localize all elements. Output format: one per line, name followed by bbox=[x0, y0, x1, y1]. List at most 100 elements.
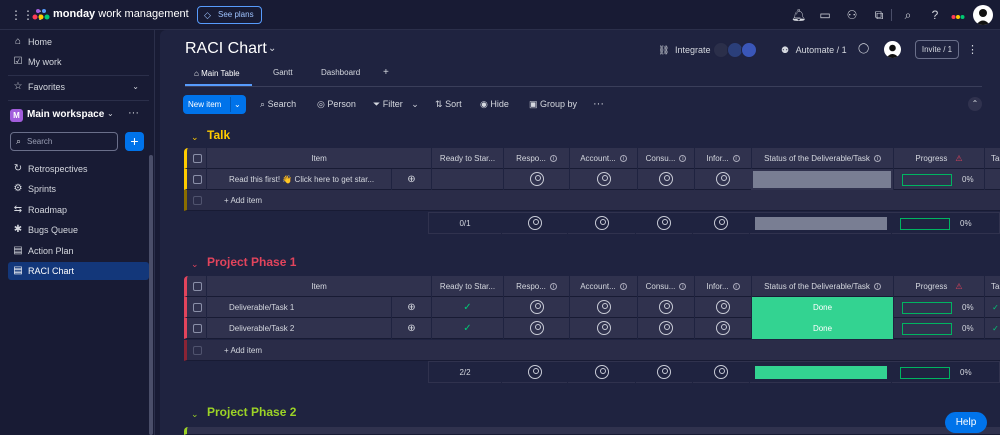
select-all-checkbox[interactable] bbox=[193, 154, 202, 163]
comment-icon[interactable]: ◯ bbox=[858, 43, 869, 54]
row-checkbox[interactable] bbox=[193, 324, 202, 333]
search-icon[interactable]: ⌕ bbox=[901, 8, 915, 22]
column-header-informed[interactable]: Infor... i bbox=[694, 148, 751, 169]
see-plans-button[interactable]: ◇ See plans bbox=[197, 6, 262, 24]
column-header-ready[interactable]: Ready to Star... bbox=[431, 148, 503, 169]
add-item-row[interactable]: + Add item bbox=[184, 340, 1000, 361]
informed-cell[interactable] bbox=[694, 169, 751, 190]
column-header-accountable[interactable]: Account... i bbox=[569, 276, 637, 297]
table-row[interactable]: Deliverable/Task 2 ⊕ ✓ Done 0% ✓ bbox=[184, 318, 1000, 339]
board-owner-avatar[interactable] bbox=[884, 41, 901, 58]
sidebar-item-raci-chart[interactable]: ▤ RACI Chart bbox=[8, 262, 149, 280]
toolbar-search-button[interactable]: ⌕ Search bbox=[260, 95, 296, 113]
toolbar-more-button[interactable]: ··· bbox=[593, 95, 604, 113]
sidebar-scrollbar[interactable] bbox=[149, 155, 153, 435]
accountable-cell[interactable] bbox=[569, 318, 637, 339]
help-button[interactable]: Help bbox=[945, 412, 987, 433]
item-name[interactable]: Read this first! 👋 Click here to get sta… bbox=[206, 169, 391, 190]
informed-cell[interactable] bbox=[694, 297, 751, 318]
info-icon[interactable]: i bbox=[549, 155, 557, 163]
workspace-selector[interactable]: M Main workspace ⌄ ··· bbox=[10, 107, 145, 124]
add-item-row[interactable]: + Add item bbox=[184, 190, 1000, 211]
info-icon[interactable]: i bbox=[679, 283, 687, 291]
add-update-icon[interactable]: ⊕ bbox=[391, 318, 431, 339]
column-header-responsible[interactable]: Respo... i bbox=[503, 276, 569, 297]
row-checkbox[interactable] bbox=[193, 175, 202, 184]
toolbar-group-by-button[interactable]: ▣ Group by bbox=[529, 95, 577, 113]
item-name[interactable]: Deliverable/Task 2 bbox=[206, 318, 391, 339]
sidebar-item-home[interactable]: ⌂ Home bbox=[8, 33, 149, 51]
help-icon[interactable]: ? bbox=[928, 8, 942, 22]
sidebar-item-favorites[interactable]: ☆ Favorites ⌄ bbox=[8, 78, 149, 96]
column-header-status[interactable]: Status of the Deliverable/Task i bbox=[751, 276, 893, 297]
automate-button[interactable]: ⚉ Automate / 1 bbox=[781, 43, 847, 57]
invite-members-icon[interactable]: ⚇ bbox=[845, 8, 859, 22]
group-collapse-icon[interactable]: ⌄ bbox=[191, 132, 199, 143]
ready-cell[interactable]: ✓ bbox=[431, 297, 503, 318]
informed-cell[interactable] bbox=[694, 318, 751, 339]
add-item-label[interactable]: + Add item bbox=[206, 190, 406, 211]
column-header-accountable[interactable]: Account... i bbox=[569, 148, 637, 169]
product-switcher-icon[interactable] bbox=[951, 9, 965, 21]
add-view-button[interactable]: + bbox=[383, 67, 389, 78]
collapse-icon[interactable]: ⌃ bbox=[968, 97, 982, 111]
select-all-checkbox[interactable] bbox=[193, 282, 202, 291]
column-header-consulted[interactable]: Consu... i bbox=[637, 276, 694, 297]
row-checkbox[interactable] bbox=[193, 303, 202, 312]
table-row[interactable]: Read this first! 👋 Click here to get sta… bbox=[184, 169, 1000, 190]
bell-icon[interactable]: 🔔︎ bbox=[791, 8, 806, 22]
chevron-down-icon[interactable]: ⌄ bbox=[268, 43, 276, 54]
sidebar-item-retrospectives[interactable]: ↻ Retrospectives bbox=[8, 160, 149, 178]
add-update-icon[interactable]: ⊕ bbox=[391, 297, 431, 318]
column-header-informed[interactable]: Infor... i bbox=[694, 276, 751, 297]
column-header-progress[interactable]: Progress ⚠ bbox=[893, 276, 984, 297]
info-icon[interactable]: i bbox=[732, 283, 740, 291]
consulted-cell[interactable] bbox=[637, 318, 694, 339]
apps-icon[interactable]: ⧉ bbox=[872, 8, 886, 22]
consulted-cell[interactable] bbox=[637, 297, 694, 318]
column-header-item[interactable]: Item bbox=[206, 148, 431, 169]
avatar[interactable] bbox=[973, 5, 993, 25]
toolbar-person-button[interactable]: ◎ Person bbox=[317, 95, 356, 113]
sidebar-item-roadmap[interactable]: ⇆ Roadmap bbox=[8, 201, 149, 219]
accountable-cell[interactable] bbox=[569, 169, 637, 190]
column-header-task[interactable]: Tas bbox=[984, 276, 1000, 297]
group-collapse-icon[interactable]: ⌄ bbox=[191, 259, 199, 270]
info-icon[interactable]: i bbox=[619, 283, 627, 291]
info-icon[interactable]: i bbox=[873, 283, 881, 291]
integrate-button[interactable]: ⛓ Integrate bbox=[658, 43, 710, 57]
status-cell[interactable]: Done bbox=[751, 297, 893, 318]
add-item-label[interactable]: + Add item bbox=[206, 340, 406, 361]
column-header-progress[interactable]: Progress ⚠ bbox=[893, 148, 984, 169]
info-icon[interactable]: i bbox=[549, 283, 557, 291]
add-update-icon[interactable]: ⊕ bbox=[391, 169, 431, 190]
toolbar-filter-button[interactable]: ⏷ Filter ⌄ bbox=[373, 95, 419, 113]
column-header-item[interactable]: Item bbox=[206, 276, 431, 297]
tab-gantt[interactable]: Gantt bbox=[273, 68, 293, 77]
task-cell[interactable] bbox=[984, 169, 1000, 190]
warning-icon[interactable]: ⚠ bbox=[955, 154, 962, 163]
consulted-cell[interactable] bbox=[637, 169, 694, 190]
sidebar-item-my-work[interactable]: ☑ My work bbox=[8, 53, 149, 71]
more-icon[interactable]: ··· bbox=[128, 107, 139, 119]
info-icon[interactable]: i bbox=[619, 155, 627, 163]
invite-button[interactable]: Invite / 1 bbox=[915, 40, 959, 59]
page-title[interactable]: RACI Chart bbox=[185, 40, 267, 58]
responsible-cell[interactable] bbox=[503, 318, 569, 339]
group-collapse-icon[interactable]: ⌄ bbox=[191, 409, 199, 420]
ready-cell[interactable]: ✓ bbox=[431, 318, 503, 339]
warning-icon[interactable]: ⚠ bbox=[955, 282, 962, 291]
chevron-down-icon[interactable]: ⌄ bbox=[234, 95, 241, 114]
responsible-cell[interactable] bbox=[503, 169, 569, 190]
group-title[interactable]: Project Phase 2 bbox=[207, 405, 296, 419]
group-title[interactable]: Talk bbox=[207, 128, 230, 142]
column-header-status[interactable]: Status of the Deliverable/Task i bbox=[751, 148, 893, 169]
tab-main-table[interactable]: ⌂ Main Table bbox=[194, 68, 240, 84]
sidebar-item-bugs-queue[interactable]: ✱ Bugs Queue bbox=[8, 221, 149, 239]
info-icon[interactable]: i bbox=[873, 155, 881, 163]
sidebar-search-input[interactable]: ⌕ Search bbox=[10, 132, 118, 151]
app-switcher-icon[interactable]: ⋮⋮⋮ bbox=[10, 8, 46, 22]
sidebar-item-action-plan[interactable]: ▤ Action Plan bbox=[8, 242, 149, 260]
table-row[interactable]: Deliverable/Task 1 ⊕ ✓ Done 0% ✓ bbox=[184, 297, 1000, 318]
column-header-ready[interactable]: Ready to Star... bbox=[431, 276, 503, 297]
